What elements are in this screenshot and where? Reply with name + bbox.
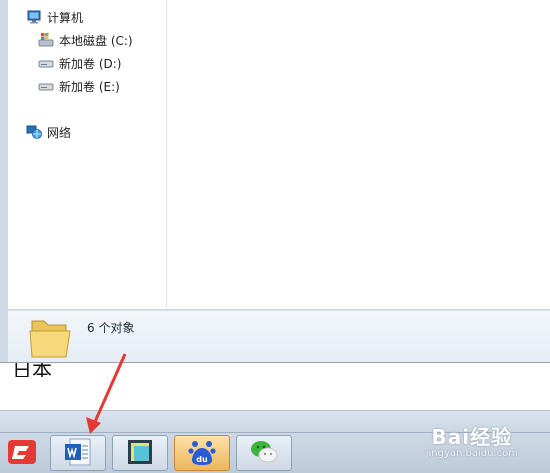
- generic-app-icon: [124, 436, 156, 471]
- hard-drive-icon: [38, 78, 54, 94]
- nav-label-drive-e: 新加卷 (E:): [59, 79, 120, 94]
- folder-icon: [28, 315, 72, 361]
- taskbar-button-app[interactable]: [112, 435, 168, 471]
- taskbar-button-wps[interactable]: [0, 435, 44, 471]
- nav-label-drive-c: 本地磁盘 (C:): [59, 33, 133, 48]
- hard-drive-icon: [38, 55, 54, 71]
- nav-item-network[interactable]: 网络: [26, 123, 71, 141]
- document-area[interactable]: 日本: [0, 362, 550, 411]
- nav-label-computer: 计算机: [47, 10, 84, 25]
- document-text: 日本: [12, 363, 52, 377]
- computer-icon: [26, 9, 42, 25]
- watermark-url-text: jingyan.baidu.com: [425, 448, 518, 459]
- word-icon: [62, 436, 94, 471]
- content-pane[interactable]: [167, 0, 550, 309]
- svg-text:du: du: [196, 455, 208, 464]
- details-status-bar: 6 个对象: [8, 310, 550, 363]
- wechat-icon: [248, 436, 280, 471]
- watermark-main-text: Bai经验: [431, 425, 513, 449]
- item-count-label: 6 个对象: [87, 321, 135, 335]
- baidu-jingyan-watermark: Bai经验 jingyan.baidu.com: [426, 421, 518, 459]
- nav-item-computer[interactable]: 计算机: [26, 8, 83, 26]
- nav-label-network: 网络: [47, 125, 72, 140]
- navigation-pane[interactable]: 计算机 本地磁盘 (C:) 新加卷 (D:) 新加卷 (E:) 网络: [8, 0, 167, 309]
- nav-label-drive-d: 新加卷 (D:): [59, 56, 122, 71]
- nav-item-drive-e[interactable]: 新加卷 (E:): [38, 77, 120, 95]
- taskbar-button-word[interactable]: [50, 435, 106, 471]
- wps-icon: [6, 436, 38, 471]
- taskbar-button-baidu[interactable]: du: [174, 435, 230, 471]
- nav-item-drive-d[interactable]: 新加卷 (D:): [38, 54, 121, 72]
- nav-item-drive-c[interactable]: 本地磁盘 (C:): [38, 31, 133, 49]
- taskbar-button-wechat[interactable]: [236, 435, 292, 471]
- baidu-du-icon: du: [186, 436, 218, 471]
- network-globe-icon: [26, 124, 42, 140]
- windows-drive-icon: [38, 32, 54, 48]
- explorer-window: 计算机 本地磁盘 (C:) 新加卷 (D:) 新加卷 (E:) 网络 6 个对象: [0, 0, 550, 363]
